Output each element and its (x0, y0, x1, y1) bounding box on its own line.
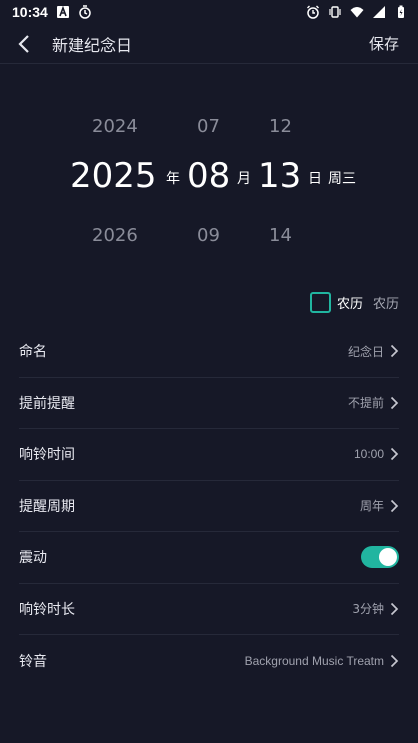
picker-prev-month[interactable]: 07 (197, 116, 220, 137)
save-button[interactable]: 保存 (369, 33, 399, 54)
month-unit: 月 (237, 171, 251, 187)
lunar-toggle-row: 农历 农历 (309, 291, 399, 313)
lunar-value: 农历 (372, 296, 399, 312)
vibrate-icon (328, 5, 342, 19)
timer-icon (78, 5, 92, 19)
setting-ring-duration-label: 响铃时长 (19, 601, 75, 618)
setting-name-value: 纪念日 (347, 344, 384, 359)
picker-row-prev[interactable]: 2024 07 12 (0, 106, 418, 146)
setting-ringtone-label: 铃音 (19, 653, 47, 670)
picker-prev-day[interactable]: 12 (269, 116, 292, 137)
day-unit: 日 (308, 171, 322, 187)
chevron-left-icon (18, 34, 29, 53)
chevron-right-icon (390, 447, 399, 461)
vibrate-toggle[interactable] (361, 546, 399, 569)
picker-row-selected[interactable]: 2025 年 08 月 13 日 周三 (0, 156, 418, 196)
picker-selected-day[interactable]: 13 (258, 156, 301, 196)
battery-icon (394, 5, 408, 19)
back-button[interactable] (0, 24, 48, 64)
chevron-right-icon (390, 396, 399, 410)
picker-selected-year[interactable]: 2025 (70, 156, 157, 196)
picker-prev-year[interactable]: 2024 (92, 116, 138, 137)
setting-reminder-cycle[interactable]: 提醒周期 周年 (19, 481, 399, 532)
chevron-right-icon (390, 344, 399, 358)
setting-name-label: 命名 (19, 344, 47, 361)
toggle-knob (379, 548, 397, 567)
status-bar: 10:34 (0, 0, 418, 24)
status-time: 10:34 (12, 4, 48, 20)
setting-ringtone-value: Background Music Treatm (244, 653, 384, 668)
signal-icon (372, 5, 386, 19)
picker-selected-month[interactable]: 08 (187, 156, 230, 196)
setting-reminder-cycle-label: 提醒周期 (19, 498, 75, 515)
settings-list: 命名 纪念日 提前提醒 不提前 响铃时间 10:00 提醒周期 周年 震动 响铃… (0, 326, 418, 687)
setting-vibrate-label: 震动 (19, 550, 47, 567)
setting-advance-reminder[interactable]: 提前提醒 不提前 (19, 378, 399, 429)
picker-next-day[interactable]: 14 (269, 225, 292, 246)
date-picker[interactable]: 2024 07 12 2025 年 08 月 13 日 周三 2026 09 1… (0, 100, 418, 250)
setting-ring-duration[interactable]: 响铃时长 3分钟 (19, 584, 399, 635)
app-bar: 新建纪念日 保存 (0, 24, 418, 64)
setting-vibrate: 震动 (19, 532, 399, 584)
lunar-label[interactable]: 农历 (337, 293, 363, 312)
setting-ringtone[interactable]: 铃音 Background Music Treatm (19, 635, 399, 687)
chevron-right-icon (390, 654, 399, 668)
picker-next-year[interactable]: 2026 (92, 225, 138, 246)
chevron-right-icon (390, 499, 399, 513)
chevron-right-icon (390, 602, 399, 616)
picker-row-next[interactable]: 2026 09 14 (0, 215, 418, 255)
setting-advance-reminder-value: 不提前 (347, 396, 384, 411)
wifi-icon (350, 5, 364, 19)
setting-ring-time[interactable]: 响铃时间 10:00 (19, 429, 399, 481)
alarm-icon (306, 5, 320, 19)
setting-reminder-cycle-value: 周年 (359, 499, 384, 514)
page-title: 新建纪念日 (52, 35, 133, 55)
setting-ring-time-value: 10:00 (353, 447, 384, 462)
setting-name[interactable]: 命名 纪念日 (19, 326, 399, 378)
weekday-label: 周三 (328, 171, 356, 187)
year-unit: 年 (166, 171, 180, 187)
lunar-checkbox[interactable] (309, 291, 331, 313)
setting-advance-reminder-label: 提前提醒 (19, 395, 75, 412)
setting-ring-time-label: 响铃时间 (19, 447, 75, 464)
a-icon (56, 5, 70, 19)
picker-next-month[interactable]: 09 (197, 225, 220, 246)
setting-ring-duration-value: 3分钟 (352, 602, 384, 617)
